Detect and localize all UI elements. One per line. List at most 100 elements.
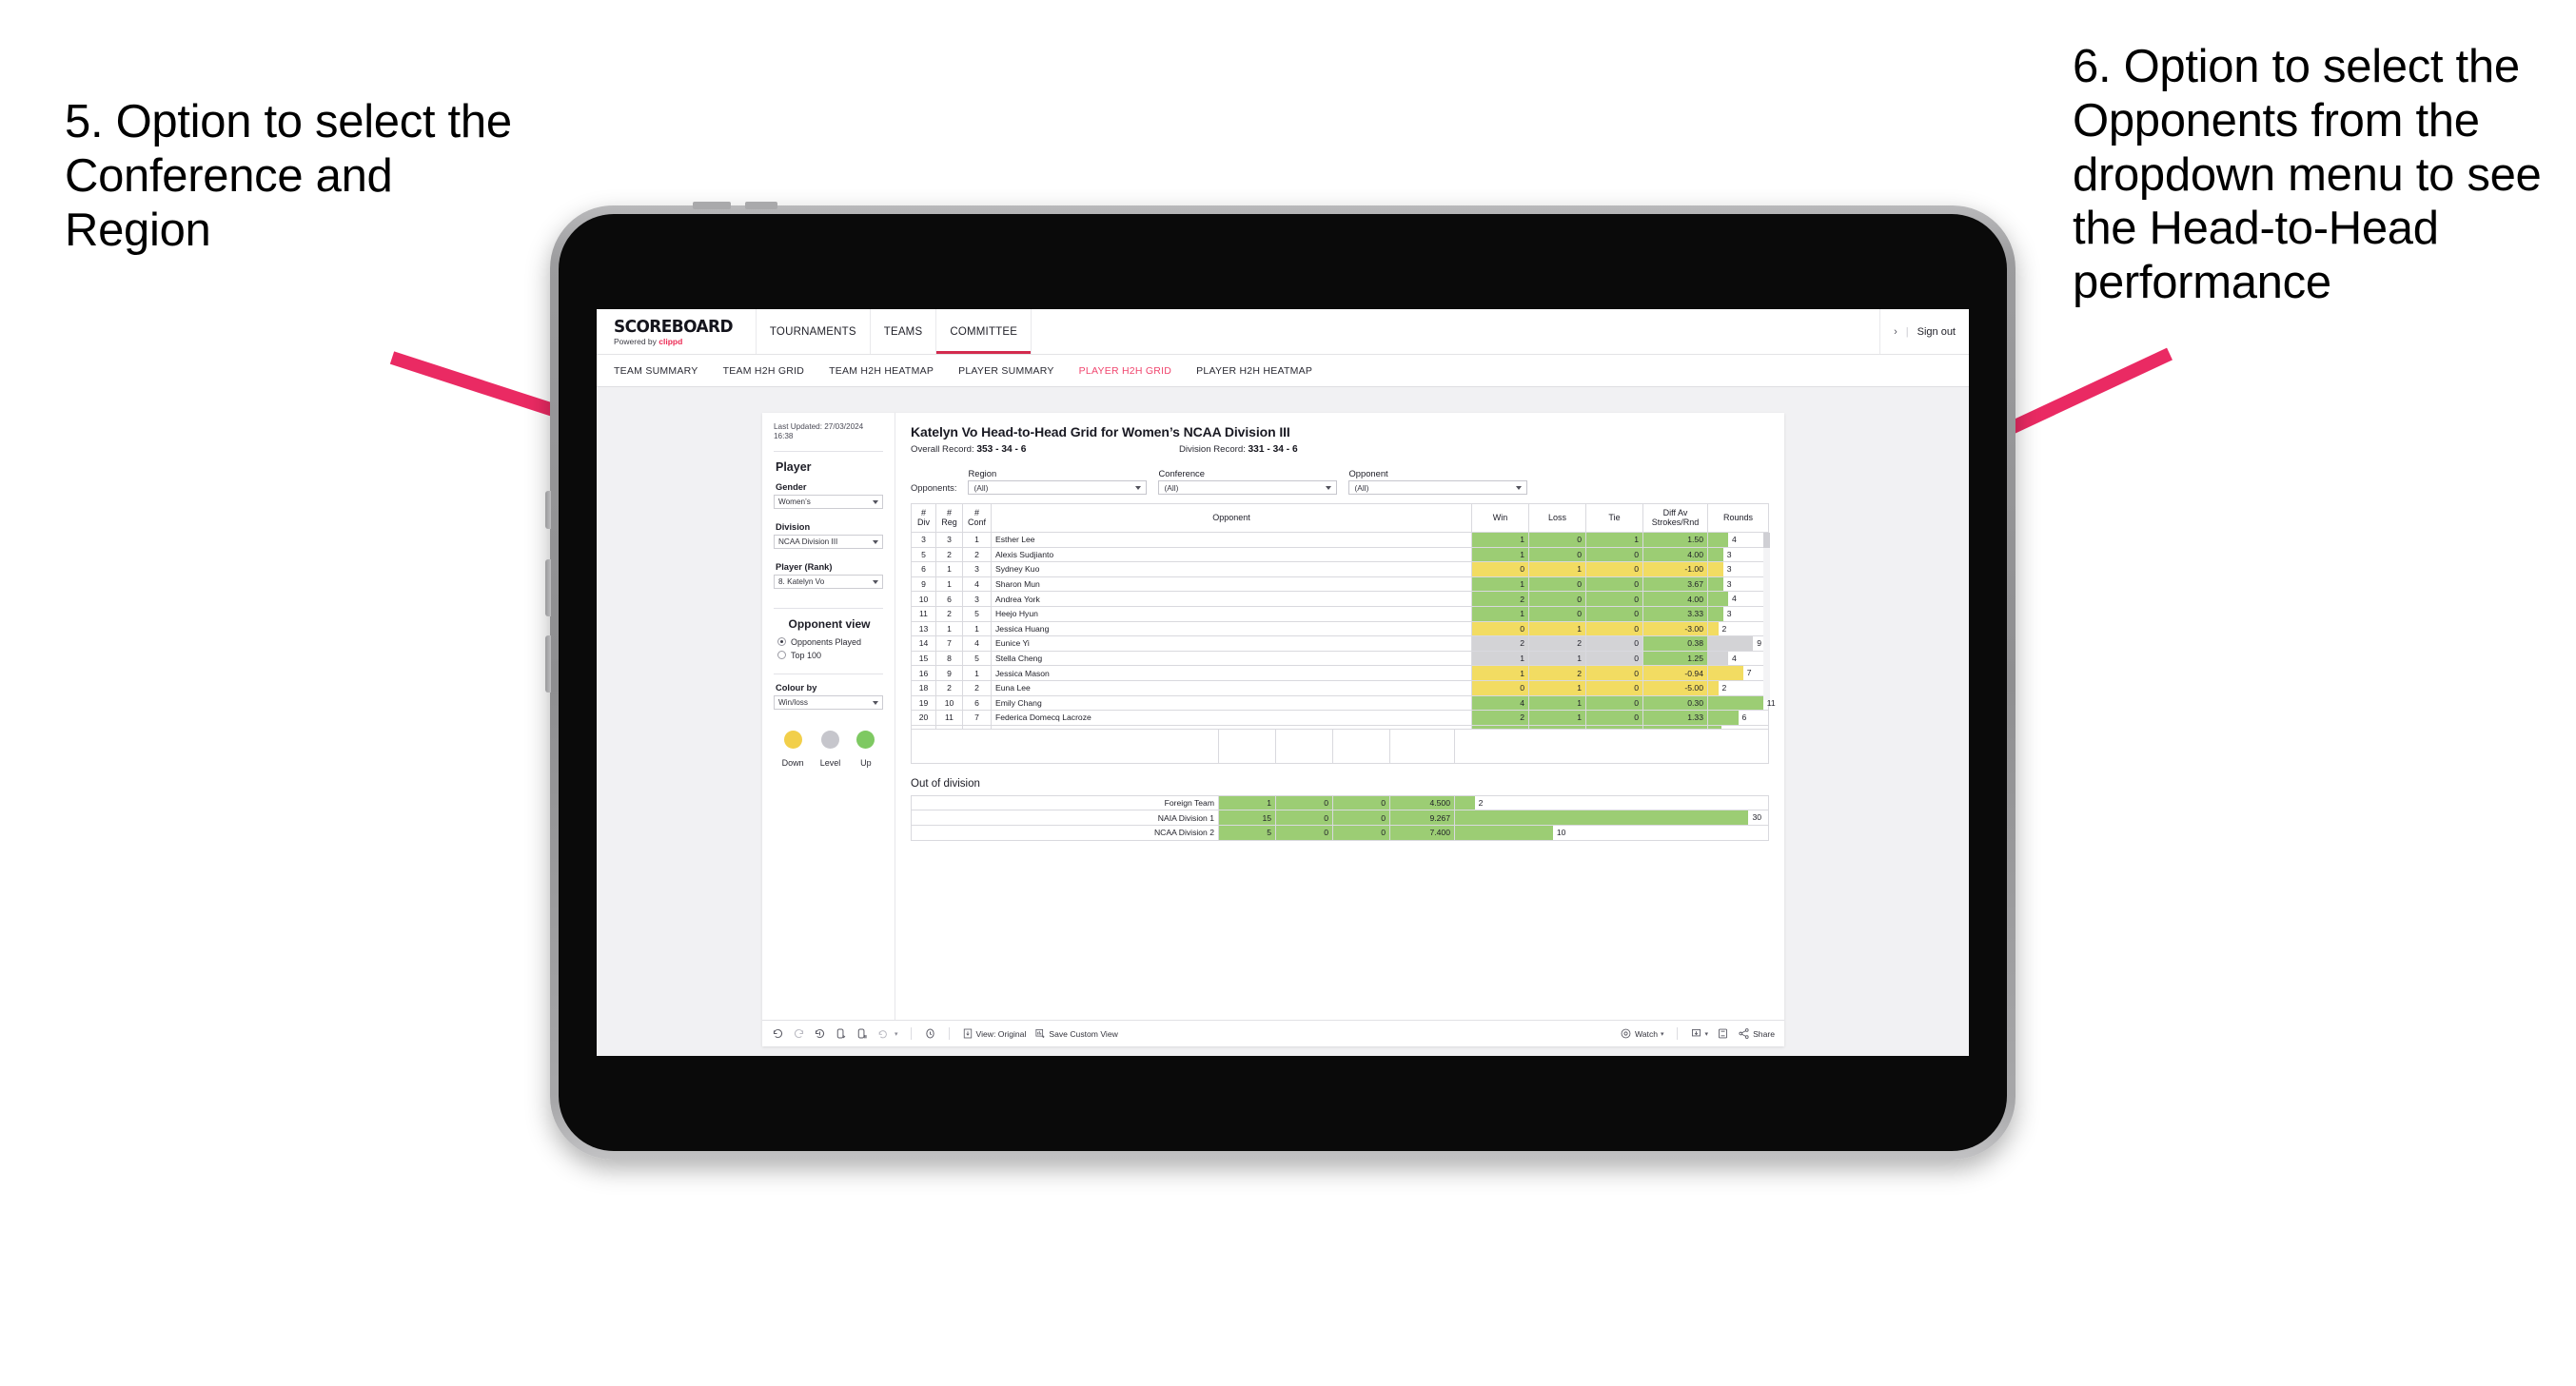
- table-row[interactable]: 3 3 1 Esther Lee 1 0 1 1.50 4: [911, 532, 1769, 548]
- top-navigation-bar: SCOREBOARD Powered by clippd TOURNAMENTS…: [597, 309, 1969, 355]
- col-rounds[interactable]: Rounds: [1707, 503, 1769, 533]
- opponent-select[interactable]: (All): [1348, 480, 1528, 495]
- cell-tie: 0: [1585, 561, 1643, 577]
- cell-tie: 0: [1585, 710, 1643, 726]
- division-select[interactable]: NCAA Division III: [774, 534, 883, 549]
- nav-item-committee[interactable]: COMMITTEE: [936, 309, 1032, 354]
- opponent-filter-label: Opponent: [1348, 468, 1388, 478]
- list-item[interactable]: Foreign Team 1 0 0 4.500 2: [911, 794, 1769, 811]
- cell-loss: 1: [1528, 561, 1586, 577]
- rounds-value: 30: [1752, 812, 1761, 823]
- share-button[interactable]: Share: [1738, 1027, 1775, 1040]
- col-reg[interactable]: # Reg: [935, 503, 963, 533]
- pause-refresh-icon[interactable]: [855, 1027, 868, 1040]
- list-item[interactable]: NCAA Division 2 5 0 0 7.400 10: [911, 824, 1769, 841]
- revert-icon[interactable]: [814, 1027, 826, 1040]
- col-opponent[interactable]: Opponent: [991, 503, 1472, 533]
- table-row[interactable]: 10 6 3 Andrea York 2 0 0 4.00 4: [911, 591, 1769, 607]
- cell-rounds: 3: [1707, 561, 1769, 577]
- view-original-button[interactable]: View: Original: [962, 1027, 1026, 1040]
- legend-level-label: Level: [819, 757, 841, 768]
- table-row[interactable]: 14 7 4 Eunice Yi 2 2 0 0.38 9: [911, 635, 1769, 652]
- col-win[interactable]: Win: [1471, 503, 1529, 533]
- tab-team-summary[interactable]: TEAM SUMMARY: [614, 365, 698, 377]
- list-item[interactable]: NAIA Division 1 15 0 0 9.267 30: [911, 810, 1769, 826]
- table-row[interactable]: 20 11 7 Federica Domecq Lacroze 2 1 0 1.33 6: [911, 710, 1769, 726]
- legend-up: Up: [856, 730, 875, 768]
- cell-win: 1: [1218, 794, 1276, 811]
- radio-opponents-played[interactable]: Opponents Played: [777, 637, 883, 647]
- tab-team-h2h-grid[interactable]: TEAM H2H GRID: [723, 365, 805, 377]
- cell-rounds: 2: [1707, 679, 1769, 696]
- table-row[interactable]: 11 2 5 Heejo Hyun 1 0 0 3.33 3: [911, 605, 1769, 622]
- refresh-data-icon[interactable]: [835, 1027, 847, 1040]
- annotation-right-text: 6. Option to select the Opponents from t…: [2073, 41, 2542, 309]
- cell-conf: 2: [962, 679, 992, 696]
- cell-rounds: 6: [1707, 710, 1769, 726]
- nav-right-group: › | Sign out: [1880, 309, 1969, 354]
- col-conf[interactable]: # Conf: [962, 503, 992, 533]
- cell-tie: 0: [1332, 810, 1390, 826]
- legend-up-label: Up: [860, 757, 872, 768]
- gender-select[interactable]: Women’s: [774, 494, 883, 509]
- rounds-bar: [1708, 695, 1763, 711]
- rounds-bar: [1708, 562, 1723, 576]
- table-row[interactable]: 9 1 4 Sharon Mun 1 0 0 3.67 3: [911, 576, 1769, 593]
- nav-item-teams[interactable]: TEAMS: [871, 309, 937, 354]
- col-diff[interactable]: Diff Av Strokes/Rnd: [1642, 503, 1708, 533]
- alerts-icon[interactable]: [924, 1027, 936, 1040]
- sign-out-link[interactable]: Sign out: [1917, 326, 1956, 338]
- tab-player-summary[interactable]: PLAYER SUMMARY: [958, 365, 1054, 377]
- radio-unselected-icon: [777, 651, 786, 659]
- grid-scrollbar-thumb[interactable]: [1763, 533, 1770, 548]
- tab-team-h2h-heatmap[interactable]: TEAM H2H HEATMAP: [829, 365, 934, 377]
- pause-auto-update-icon[interactable]: ▾: [876, 1027, 898, 1040]
- region-filter: Region (All): [968, 468, 1148, 495]
- cell-reg: 9: [935, 665, 963, 681]
- last-updated-text: Last Updated: 27/03/2024 16:38: [774, 422, 864, 441]
- player-rank-label: Player (Rank): [776, 561, 833, 572]
- cell-diff: 1.25: [1642, 650, 1708, 667]
- col-div[interactable]: # Div: [911, 503, 936, 533]
- brand-logo[interactable]: SCOREBOARD Powered by clippd: [597, 309, 757, 354]
- fullscreen-icon[interactable]: [1717, 1027, 1729, 1040]
- cell-diff: 1.50: [1642, 532, 1708, 548]
- conference-select[interactable]: (All): [1158, 480, 1338, 495]
- table-row[interactable]: 5 2 2 Alexis Sudjianto 1 0 0 4.00 3: [911, 546, 1769, 563]
- cell-conf: 1: [962, 532, 992, 548]
- cell-win: 15: [1218, 810, 1276, 826]
- cell-reg: 6: [935, 591, 963, 607]
- radio-top-100[interactable]: Top 100: [777, 651, 883, 660]
- table-row[interactable]: 18 2 2 Euna Lee 0 1 0 -5.00 2: [911, 679, 1769, 696]
- toolbar-divider-2: [948, 1027, 950, 1040]
- save-custom-view-button[interactable]: Save Custom View: [1034, 1027, 1118, 1040]
- redo-icon[interactable]: [793, 1027, 805, 1040]
- watch-button[interactable]: Watch ▾: [1620, 1027, 1664, 1040]
- colour-by-select[interactable]: Win/loss: [774, 694, 883, 710]
- nav-item-tournaments[interactable]: TOURNAMENTS: [757, 309, 871, 354]
- rounds-value: 4: [1732, 535, 1737, 544]
- grid-vertical-scrollbar[interactable]: [1763, 533, 1770, 700]
- table-row[interactable]: 15 8 5 Stella Cheng 1 1 0 1.25 4: [911, 650, 1769, 667]
- tab-player-h2h-grid[interactable]: PLAYER H2H GRID: [1079, 365, 1172, 377]
- download-icon[interactable]: ▾: [1690, 1027, 1708, 1040]
- chevron-down-icon: [873, 700, 878, 705]
- cell-div: 13: [911, 620, 936, 637]
- cell-opponent: Euna Lee: [991, 679, 1472, 696]
- cell-reg: 1: [935, 576, 963, 593]
- player-section-title: Player: [776, 459, 812, 474]
- cell-diff: 4.00: [1642, 546, 1708, 563]
- tab-player-h2h-heatmap[interactable]: PLAYER H2H HEATMAP: [1196, 365, 1312, 377]
- table-row[interactable]: 13 1 1 Jessica Huang 0 1 0 -3.00 2: [911, 620, 1769, 637]
- col-loss[interactable]: Loss: [1528, 503, 1586, 533]
- col-tie[interactable]: Tie: [1585, 503, 1643, 533]
- table-row[interactable]: 19 10 6 Emily Chang 4 1 0 0.30 11: [911, 694, 1776, 712]
- table-row[interactable]: 16 9 1 Jessica Mason 1 2 0 -0.94 7: [911, 665, 1769, 681]
- region-select[interactable]: (All): [968, 480, 1148, 495]
- rounds-bar: [1708, 533, 1728, 547]
- chevron-right-icon[interactable]: ›: [1894, 326, 1898, 338]
- player-rank-select[interactable]: 8. Katelyn Vo: [774, 574, 883, 589]
- cell-div: 3: [911, 532, 936, 548]
- table-row[interactable]: 6 1 3 Sydney Kuo 0 1 0 -1.00 3: [911, 561, 1769, 577]
- undo-icon[interactable]: [772, 1027, 784, 1040]
